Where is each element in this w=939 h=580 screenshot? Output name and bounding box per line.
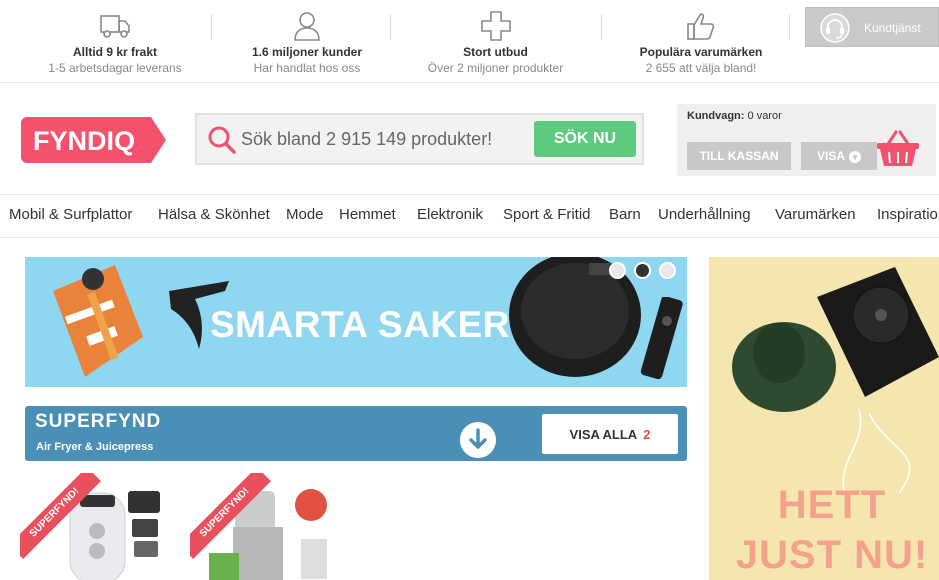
customer-service-label: Kundtjänst (864, 21, 921, 35)
usp-brands: Populära varumärken 2 655 att välja blan… (626, 0, 776, 83)
view-all-button[interactable]: VISA ALLA 2 (542, 414, 678, 454)
show-cart-button[interactable]: VISA ▾ (801, 142, 877, 170)
usp-title: Alltid 9 kr frakt (72, 45, 158, 59)
category-nav: Mobil & Surfplattor Hälsa & Skönhet Mode… (0, 194, 939, 238)
side-ad-text: HETT JUST NU! (727, 480, 937, 580)
customer-service-button[interactable]: Kundtjänst (805, 7, 939, 47)
nav-item-barn[interactable]: Barn (609, 206, 641, 223)
remote-control-image (640, 297, 683, 380)
product-card-juicepress[interactable]: SUPERFYND! (190, 473, 340, 580)
nav-item-hemmet[interactable]: Hemmet (339, 206, 396, 223)
usp-shipping: Alltid 9 kr frakt 1-5 arbetsdagar levera… (40, 0, 190, 83)
view-all-label: VISA ALLA (569, 426, 638, 442)
basket-icon[interactable] (876, 130, 920, 168)
plus-icon (480, 11, 511, 41)
search-button[interactable]: SÖK NU (534, 121, 636, 157)
usp-assortment: Stort utbud Över 2 miljoner produkter (418, 0, 573, 83)
usp-title: 1.6 miljoner kunder (251, 45, 363, 59)
view-all-count: 2 (643, 426, 651, 442)
usp-title: Populära varumärken (639, 45, 763, 59)
divider (789, 14, 790, 40)
nav-item-underhallning[interactable]: Underhållning (658, 206, 751, 223)
bottle-opener-image (53, 265, 143, 377)
superfynd-title: SUPERFYND (35, 411, 162, 432)
slider-dot-3[interactable] (659, 262, 676, 279)
usp-subtitle: Har handlat hos oss (253, 61, 361, 75)
nav-item-varumarken[interactable]: Varumärken (775, 206, 856, 223)
nav-item-inspiration[interactable]: Inspiration (877, 206, 939, 223)
slider-dot-2-active[interactable] (634, 262, 651, 279)
usp-subtitle: Över 2 miljoner produkter (427, 61, 564, 75)
search-box: SÖK NU (195, 113, 644, 165)
arrow-down-icon[interactable] (460, 422, 496, 458)
search-icon (208, 126, 236, 154)
side-ad-line2: JUST NU! (735, 533, 929, 577)
usp-title: Stort utbud (463, 45, 528, 59)
divider (601, 14, 602, 40)
hero-banner[interactable]: SMARTA SAKER (25, 257, 687, 387)
usp-subtitle: 2 655 att välja bland! (645, 61, 757, 75)
side-ad-line1: HETT (777, 483, 887, 527)
nav-item-halsa[interactable]: Hälsa & Skönhet (158, 206, 270, 223)
record-player-image (817, 267, 939, 397)
usp-subtitle: 1-5 arbetsdagar leverans (48, 61, 182, 75)
usp-bar: Alltid 9 kr frakt 1-5 arbetsdagar levera… (0, 0, 939, 83)
nav-item-elektronik[interactable]: Elektronik (417, 206, 483, 223)
checkout-button[interactable]: TILL KASSAN (687, 142, 791, 170)
cart-count: 0 varor (747, 110, 782, 122)
nav-item-sport[interactable]: Sport & Fritid (503, 206, 591, 223)
search-input[interactable] (241, 125, 521, 153)
cart-panel: Kundvagn: 0 varor TILL KASSAN VISA ▾ (677, 104, 936, 176)
cart-status: Kundvagn: 0 varor (687, 110, 782, 122)
headset-icon (820, 13, 850, 43)
cart-label: Kundvagn: (687, 110, 745, 122)
fyndiq-logo[interactable]: FYNDIQ (21, 117, 166, 163)
slider-dot-1[interactable] (609, 262, 626, 279)
nav-item-mode[interactable]: Mode (286, 206, 324, 223)
product-card-air-fryer[interactable]: SUPERFYND! (20, 473, 170, 580)
truck-icon (100, 15, 130, 38)
user-icon (294, 12, 320, 41)
nav-item-mobil[interactable]: Mobil & Surfplattor (9, 206, 132, 223)
hero-text: SMARTA SAKER (210, 304, 510, 345)
chevron-down-icon: ▾ (849, 150, 861, 163)
thumbs-up-icon (687, 13, 715, 40)
superfynd-bar: SUPERFYND Air Fryer & Juicepress VISA AL… (25, 406, 687, 461)
divider (390, 14, 391, 40)
logo-text: FYNDIQ (33, 126, 135, 156)
show-cart-label: VISA (816, 149, 845, 163)
side-ad-banner[interactable]: HETT JUST NU! (709, 257, 939, 580)
superfynd-subtitle: Air Fryer & Juicepress (36, 441, 154, 453)
usp-customers: 1.6 miljoner kunder Har handlat hos oss (232, 0, 382, 83)
divider (211, 14, 212, 40)
